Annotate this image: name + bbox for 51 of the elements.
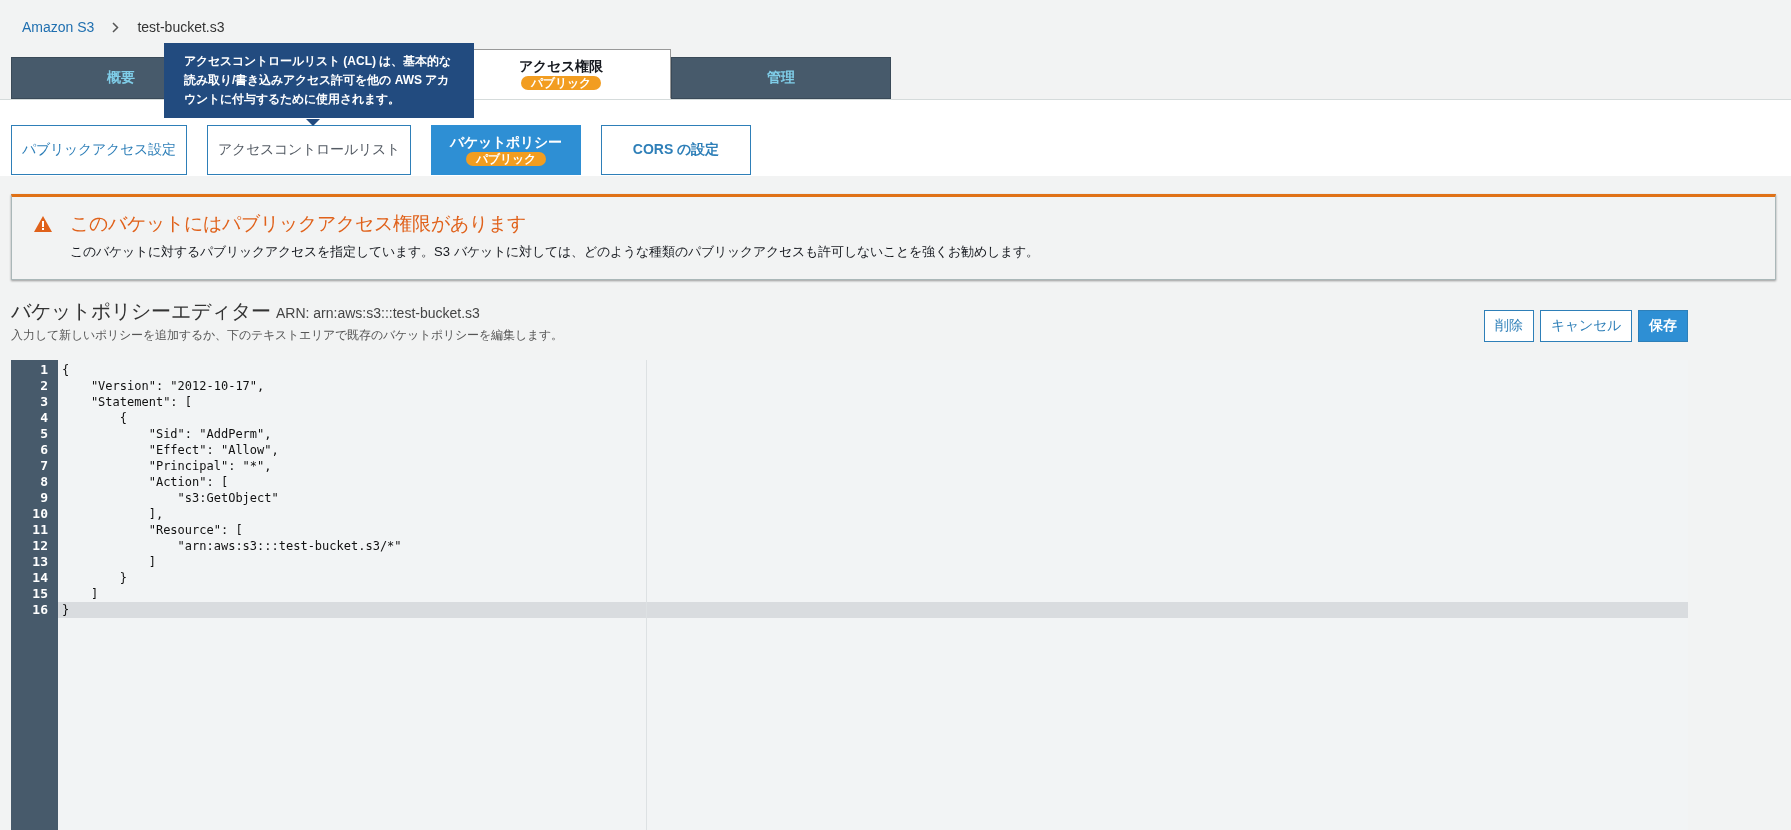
bucket-arn: ARN: arn:aws:s3:::test-bucket.s3: [276, 305, 480, 321]
line-number: 9: [39, 490, 49, 506]
public-badge: パブリック: [466, 152, 546, 166]
action-button[interactable]: キャンセル: [1540, 310, 1632, 342]
editor-description: 入力して新しいポリシーを追加するか、下のテキストエリアで既存のバケットポリシーを編集します。: [11, 327, 563, 344]
code-line: ],: [147, 506, 165, 522]
line-number: 13: [31, 554, 49, 570]
subtab-button[interactable]: バケットポリシー パブリック: [431, 125, 581, 175]
line-number: 8: [39, 474, 49, 490]
editor-title: バケットポリシーエディター: [11, 300, 271, 322]
alert-message: このバケットに対するパブリックアクセスを指定しています。S3 バケットに対しては、どのような種類のパブリックアクセスも許可しないことを強くお勧めします。: [70, 243, 1039, 261]
tooltip: アクセスコントロールリスト (ACL) は、基本的な読み取り/書き込みアクセス許可を他の AWS アカウントに付与するために使用されます。: [164, 43, 474, 118]
chevron-right-icon: [112, 21, 120, 33]
line-number: 2: [39, 378, 49, 394]
subtab-button[interactable]: アクセスコントロールリスト: [207, 125, 411, 175]
warning-icon: [34, 216, 52, 232]
code-line: "Principal": "*",: [147, 458, 273, 474]
action-button[interactable]: 削除: [1484, 310, 1534, 342]
line-number: 3: [39, 394, 49, 410]
line-number: 6: [39, 442, 49, 458]
line-number: 1: [39, 362, 49, 378]
code-line: {: [61, 362, 71, 378]
public-badge: パブリック: [521, 76, 601, 90]
alert-title: このバケットにはパブリックアクセス権限があります: [70, 212, 527, 236]
line-number: 11: [31, 522, 49, 538]
code-line: "Resource": [: [147, 522, 244, 538]
line-number: 16: [31, 602, 49, 618]
line-number: 15: [31, 586, 49, 602]
subtab-button[interactable]: CORS の設定: [601, 125, 751, 175]
save-button[interactable]: 保存: [1638, 310, 1688, 342]
breadcrumb-link[interactable]: Amazon S3: [22, 19, 95, 35]
code-line: ]: [89, 586, 100, 602]
code-line: ]: [147, 554, 157, 570]
code-line: "Sid": "AddPerm",: [147, 426, 273, 442]
code-line: }: [118, 570, 129, 586]
tab[interactable]: 管理: [671, 57, 891, 99]
code-line: "Statement": [: [89, 394, 194, 410]
code-line: {: [118, 410, 129, 426]
line-number: 10: [31, 506, 49, 522]
line-number: 7: [39, 458, 49, 474]
subtab-button[interactable]: パブリックアクセス設定: [11, 125, 187, 175]
line-number: 4: [39, 410, 49, 426]
code-line: "s3:GetObject": [176, 490, 280, 506]
code-line: "Action": [: [147, 474, 230, 490]
line-number: 12: [31, 538, 49, 554]
line-number: 14: [31, 570, 49, 586]
line-number: 5: [39, 426, 49, 442]
code-line: "Version": "2012-10-17",: [89, 378, 266, 394]
code-line: "arn:aws:s3:::test-bucket.s3/*": [176, 538, 403, 554]
code-line: "Effect": "Allow",: [147, 442, 280, 458]
breadcrumb-current: test-bucket.s3: [137, 19, 225, 35]
